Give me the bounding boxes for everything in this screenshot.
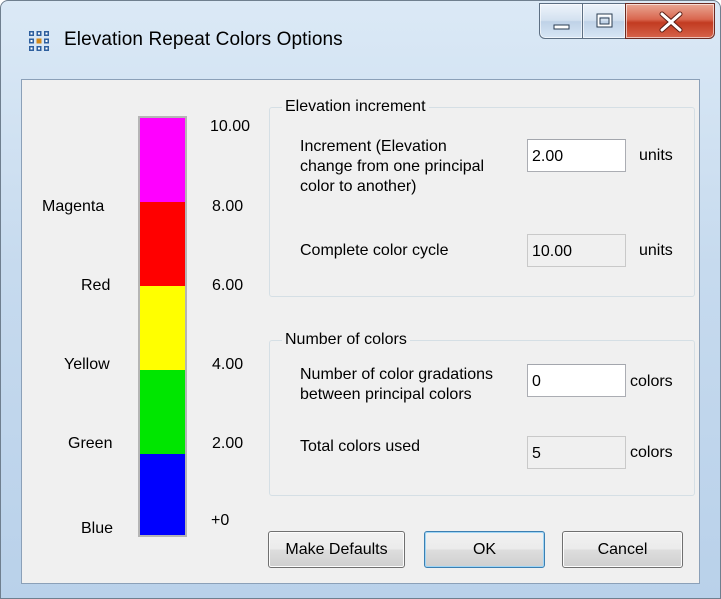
total-colors-label: Total colors used [300,438,421,455]
window-title: Elevation Repeat Colors Options [64,29,343,50]
color-name-magenta: Magenta [42,198,105,215]
make-defaults-button[interactable]: Make Defaults [268,531,405,568]
cancel-button[interactable]: Cancel [562,531,683,568]
minimize-icon [553,24,570,30]
maximize-button[interactable] [582,3,626,39]
color-name-green: Green [68,435,113,452]
cycle-units: units [639,242,673,259]
close-x-icon [659,11,683,33]
color-segment-red [140,202,185,286]
color-name-yellow: Yellow [64,356,110,373]
increment-label-line-1: Increment (Elevation [300,138,447,155]
increment-input[interactable] [527,139,626,172]
elevation-value-2: 2.00 [212,435,244,452]
dialog-window: Elevation Repeat Colors Options Magenta … [0,0,721,599]
close-button[interactable] [625,3,715,39]
elevation-increment-title: Elevation increment [282,98,429,116]
cycle-value-field [527,234,626,267]
dialog-client-area: Magenta Red Yellow Green Blue 10.00 8.00… [21,79,700,584]
color-segment-green [140,370,185,454]
color-segment-yellow [140,286,185,370]
elevation-value-10: 10.00 [210,118,251,135]
cycle-label: Complete color cycle [300,242,449,259]
elevation-value-4: 4.00 [212,356,244,373]
gradations-units: colors [630,373,673,390]
elevation-color-bar [138,116,187,537]
ok-button[interactable]: OK [424,531,545,568]
grid-dots-icon [27,29,51,53]
gradations-label-line-1: Number of color gradations [300,366,493,383]
elevation-value-0: +0 [211,512,230,529]
title-bar[interactable]: Elevation Repeat Colors Options [1,1,720,79]
total-colors-units: colors [630,444,673,461]
color-segment-magenta [140,118,185,202]
maximize-icon [596,13,613,28]
elevation-value-8: 8.00 [212,198,244,215]
increment-units: units [639,147,673,164]
elevation-value-6: 6.00 [212,277,244,294]
color-name-blue: Blue [81,520,114,537]
number-of-colors-title: Number of colors [282,331,410,349]
gradations-label-line-2: between principal colors [300,386,472,403]
increment-label-line-3: color to another) [300,178,417,195]
number-of-colors-group: Number of colors Number of color gradati… [269,331,695,496]
color-name-red: Red [81,277,111,294]
total-colors-field [527,436,626,469]
gradations-input[interactable] [527,364,626,397]
minimize-button[interactable] [539,3,583,39]
color-segment-blue [140,454,185,535]
increment-label-line-2: change from one principal [300,158,485,175]
elevation-increment-group: Elevation increment Increment (Elevation… [269,98,695,297]
